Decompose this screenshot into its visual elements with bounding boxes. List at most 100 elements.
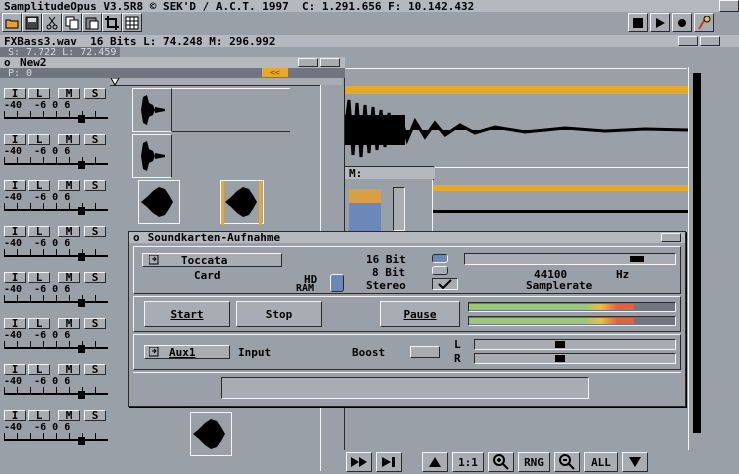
crop-icon[interactable] [102, 13, 122, 32]
boost-toggle[interactable] [410, 346, 440, 358]
project-ruler[interactable] [110, 78, 342, 86]
track-volume-slider[interactable] [4, 341, 108, 353]
zoom-one-to-one-button[interactable]: 1:1 [452, 452, 484, 472]
stop-icon[interactable] [628, 13, 648, 32]
audio-clip[interactable] [132, 88, 172, 132]
audio-clip[interactable] [138, 180, 180, 224]
track-input-button[interactable]: I [4, 409, 26, 422]
track-volume-knob[interactable] [78, 299, 85, 307]
track-solo-button[interactable]: S [84, 87, 106, 100]
skip-end-icon[interactable] [376, 452, 402, 472]
scissors-icon[interactable] [42, 13, 62, 32]
gain-left-slider[interactable] [474, 339, 676, 350]
start-button[interactable]: Start [144, 301, 230, 327]
track-solo-button[interactable]: S [84, 225, 106, 238]
play-icon[interactable] [650, 13, 670, 32]
track-volume-knob[interactable] [78, 207, 85, 215]
track-volume-slider[interactable] [4, 203, 108, 215]
track-volume-knob[interactable] [78, 345, 85, 353]
copy-icon[interactable] [62, 13, 82, 32]
all-button[interactable]: ALL [584, 452, 618, 472]
samplerate-slider[interactable] [464, 253, 676, 265]
input-select-button[interactable]: Aux1 [144, 345, 230, 359]
track-loop-button[interactable]: L [28, 87, 50, 100]
track-loop-button[interactable]: L [28, 317, 50, 330]
track-loop-button[interactable]: L [28, 271, 50, 284]
audio-clip[interactable] [190, 412, 232, 456]
track-volume-slider[interactable] [4, 157, 108, 169]
track-input-button[interactable]: I [4, 271, 26, 284]
track-volume-knob[interactable] [78, 253, 85, 261]
track-solo-button[interactable]: S [84, 363, 106, 376]
record-dialog-close-gadget[interactable]: o [133, 231, 140, 244]
marker-icon[interactable] [694, 13, 714, 32]
storage-toggle[interactable] [330, 274, 344, 292]
track-loop-button[interactable]: L [28, 225, 50, 238]
format-16-bit-toggle[interactable] [432, 254, 448, 263]
record-dialog-titlebar[interactable]: o Soundkarten-Aufnahme [129, 231, 685, 244]
stop-button[interactable]: Stop [236, 301, 322, 327]
track-volume-knob[interactable] [78, 437, 85, 445]
track-volume-slider[interactable] [4, 433, 108, 445]
track-mute-button[interactable]: M [58, 179, 80, 192]
audio-clip-selected[interactable] [220, 180, 264, 225]
record-dialog-depth-gadget[interactable] [661, 233, 681, 242]
zoom-in-icon[interactable] [488, 452, 514, 472]
range-button[interactable]: RNG [518, 452, 550, 472]
audio-clip[interactable] [132, 134, 172, 178]
file-window-depth-gadget[interactable] [700, 36, 720, 46]
track-solo-button[interactable]: S [84, 317, 106, 330]
track-loop-button[interactable]: L [28, 363, 50, 376]
fast-forward-icon[interactable] [346, 452, 372, 472]
file-window-titlebar[interactable]: FXBass3.wav 16 Bits L: 74.248 M: 296.992 [0, 35, 739, 48]
mid-window-titlebar[interactable]: M: [345, 167, 435, 180]
audio-clip[interactable] [172, 88, 290, 132]
file-window-zoom-gadget[interactable] [678, 36, 698, 46]
file-window-vscroll[interactable] [688, 67, 706, 463]
track-mute-button[interactable]: M [58, 363, 80, 376]
project-window-titlebar[interactable]: o New2 [0, 56, 345, 69]
track-loop-button[interactable]: L [28, 179, 50, 192]
track-volume-slider[interactable] [4, 111, 108, 123]
pause-button[interactable]: Pause [380, 301, 460, 327]
track-volume-slider[interactable] [4, 295, 108, 307]
project-window-depth-gadget[interactable] [320, 58, 340, 67]
card-select-button[interactable]: Toccata [142, 253, 282, 267]
stereo-checkbox[interactable] [432, 278, 458, 290]
track-input-button[interactable]: I [4, 179, 26, 192]
track-volume-slider[interactable] [4, 387, 108, 399]
track-loop-button[interactable]: L [28, 133, 50, 146]
track-solo-button[interactable]: S [84, 409, 106, 422]
mid-window-scroll[interactable] [393, 187, 405, 231]
project-window-zoom-gadget[interactable] [298, 58, 318, 67]
down-arrow-icon[interactable] [622, 452, 648, 472]
file-window-vscroll-knob[interactable] [693, 73, 701, 433]
track-mute-button[interactable]: M [58, 409, 80, 422]
track-solo-button[interactable]: S [84, 133, 106, 146]
gain-right-knob[interactable] [555, 355, 565, 362]
up-arrow-icon[interactable] [422, 452, 448, 472]
format-8-bit-toggle[interactable] [432, 266, 448, 275]
track-loop-button[interactable]: L [28, 409, 50, 422]
track-mute-button[interactable]: M [58, 133, 80, 146]
track-mute-button[interactable]: M [58, 317, 80, 330]
track-input-button[interactable]: I [4, 317, 26, 330]
track-solo-button[interactable]: S [84, 179, 106, 192]
track-input-button[interactable]: I [4, 133, 26, 146]
screen-depth-gadget[interactable] [719, 0, 739, 12]
track-input-button[interactable]: I [4, 363, 26, 376]
track-volume-knob[interactable] [78, 161, 85, 169]
disk-save-icon[interactable] [22, 13, 42, 32]
track-volume-knob[interactable] [78, 391, 85, 399]
paste-icon[interactable] [82, 13, 102, 32]
gain-left-knob[interactable] [555, 341, 565, 348]
grid-icon[interactable] [122, 13, 142, 32]
track-input-button[interactable]: I [4, 225, 26, 238]
track-mute-button[interactable]: M [58, 271, 80, 284]
track-mute-button[interactable]: M [58, 87, 80, 100]
track-solo-button[interactable]: S [84, 271, 106, 284]
track-volume-slider[interactable] [4, 249, 108, 261]
record-icon[interactable] [672, 13, 692, 32]
project-range-marker[interactable]: << [262, 68, 288, 77]
track-mute-button[interactable]: M [58, 225, 80, 238]
